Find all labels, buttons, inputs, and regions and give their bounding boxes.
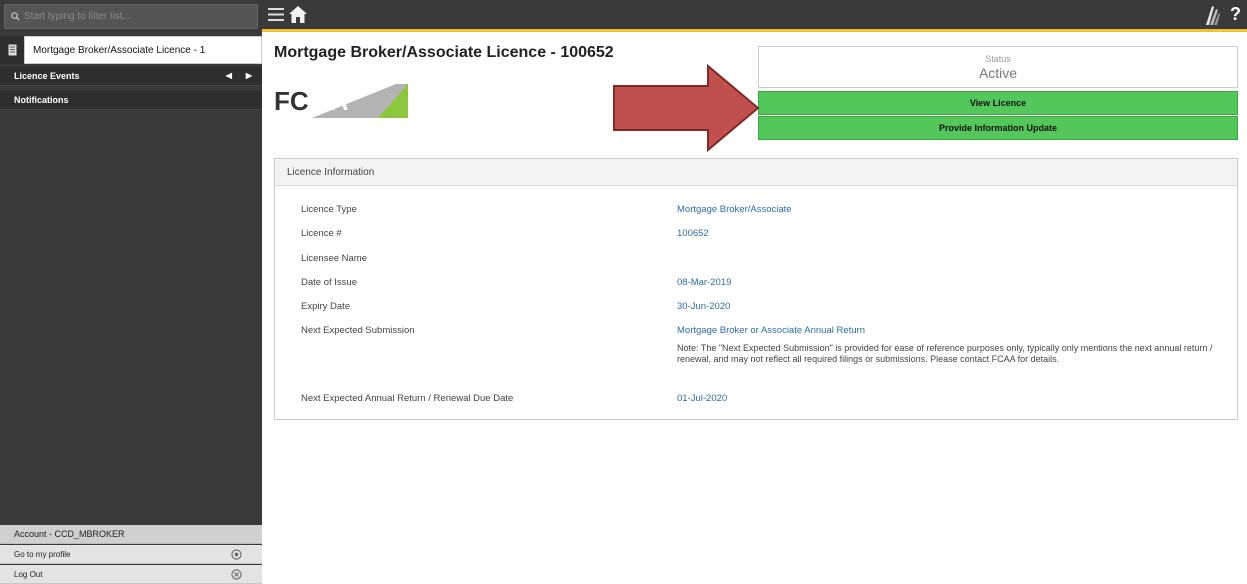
field-value-licence-number: 100652 [677,228,709,239]
hamburger-menu-icon[interactable] [268,7,284,22]
chevron-right-icon[interactable]: ▶ [246,71,252,80]
sidebar-item-licence-events[interactable]: Licence Events ◀ ▶ [0,66,262,86]
field-label-date-of-issue: Date of Issue [301,277,357,288]
sidebar-item-label: Notifications [14,94,69,105]
field-value-expiry-date: 30-Jun-2020 [677,301,731,312]
logout-label: Log Out [14,569,43,579]
provide-information-update-button[interactable]: Provide Information Update [758,116,1238,140]
submission-note: Note: The "Next Expected Submission" is … [677,343,1213,364]
saskatchewan-logo-icon [1206,6,1220,25]
account-header: Account - CCD_MBROKER [0,525,262,544]
red-arrow-annotation [613,64,760,152]
field-value-next-expected-submission[interactable]: Mortgage Broker or Associate Annual Retu… [677,325,865,336]
status-label: Status [985,54,1011,64]
chevron-left-icon[interactable]: ◀ [226,71,232,80]
sidebar-item-notifications[interactable]: Notifications [0,90,262,110]
logout-icon [231,568,242,580]
logout-link[interactable]: Log Out [0,565,262,584]
fcaa-logo: FC AA [274,84,408,118]
profile-label: Go to my profile [14,549,71,559]
svg-text:FC: FC [274,86,309,116]
field-label-licensee-name: Licensee Name [301,253,368,264]
top-bar: ? [262,0,1247,32]
svg-text:AA: AA [311,86,349,116]
field-label-licence-type: Licence Type [301,204,357,215]
sidebar-current-label: Mortgage Broker/Associate Licence - 1 [24,36,262,64]
view-licence-button[interactable]: View Licence [758,91,1238,115]
sidebar-current-item[interactable]: Mortgage Broker/Associate Licence - 1 [0,36,262,64]
help-icon[interactable]: ? [1230,4,1241,25]
document-icon [8,44,16,56]
home-icon[interactable] [288,5,308,24]
field-value-licence-type: Mortgage Broker/Associate [677,204,792,215]
licence-information-panel: Licence Information Licence Type Mortgag… [274,158,1238,420]
profile-link[interactable]: Go to my profile [0,545,262,564]
panel-title: Licence Information [275,159,1237,186]
profile-icon [231,548,242,560]
search-icon [11,12,20,21]
field-label-licence-number: Licence # [301,228,342,239]
field-label-expiry-date: Expiry Date [301,301,351,312]
page-title: Mortgage Broker/Associate Licence - 1006… [274,44,614,61]
field-value-renewal-due-date: 01-Jul-2020 [677,393,728,404]
search-box[interactable] [4,4,258,29]
sidebar: Mortgage Broker/Associate Licence - 1 Li… [0,0,262,584]
status-box: Status Active [758,46,1238,88]
field-label-renewal-due-date: Next Expected Annual Return / Renewal Du… [301,393,514,404]
filter-input[interactable] [24,11,244,22]
sidebar-gutter [0,36,24,64]
field-value-date-of-issue: 08-Mar-2019 [677,277,732,288]
field-label-next-expected-submission: Next Expected Submission [301,325,415,336]
sidebar-item-label: Licence Events [14,70,80,81]
status-value: Active [978,65,1018,81]
